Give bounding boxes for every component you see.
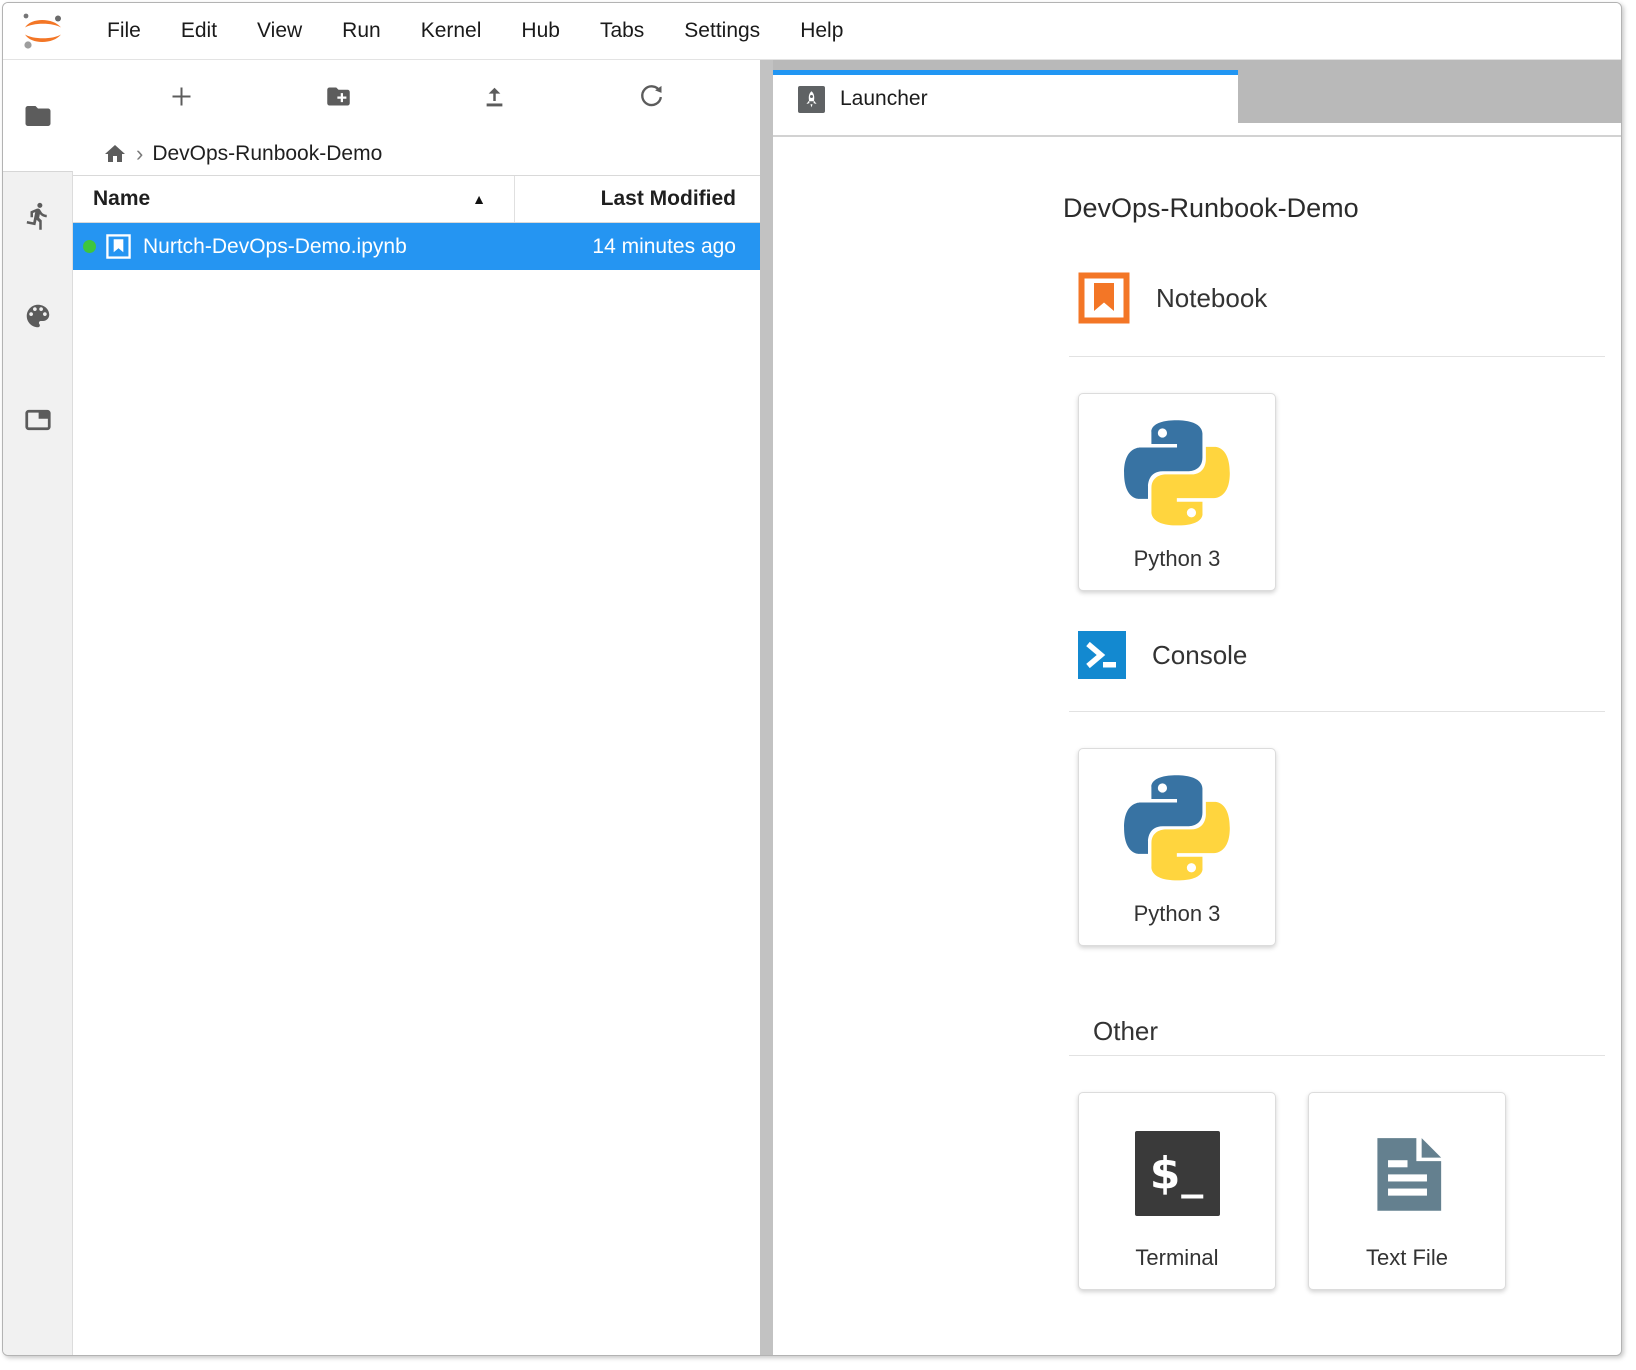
breadcrumb-separator: › (136, 141, 143, 167)
python-icon (1124, 775, 1230, 881)
menu-settings[interactable]: Settings (664, 3, 780, 59)
folder-icon (23, 101, 53, 131)
text-file-icon (1365, 1131, 1450, 1216)
rocket-icon (798, 86, 825, 113)
upload-icon (481, 83, 508, 110)
jupyter-logo-icon (17, 11, 65, 51)
plus-icon (168, 83, 195, 110)
palette-icon (23, 301, 53, 331)
menu-file[interactable]: File (87, 3, 161, 59)
python-icon (1124, 420, 1230, 526)
left-activity-bar (3, 60, 73, 1355)
menu-hub[interactable]: Hub (501, 3, 580, 59)
card-label-text-file: Text File (1366, 1245, 1448, 1271)
launcher-panel: DevOps-Runbook-Demo Notebook (773, 137, 1621, 1355)
card-label-terminal: Terminal (1135, 1245, 1218, 1271)
launcher-cwd-title: DevOps-Runbook-Demo (1063, 193, 1605, 224)
sort-ascending-icon: ▲ (472, 191, 486, 207)
menu-edit[interactable]: Edit (161, 3, 237, 59)
file-list-header: Name ▲ Last Modified (73, 175, 760, 223)
tab-launcher[interactable]: Launcher (773, 70, 1238, 123)
launcher-card-terminal[interactable]: $_ Terminal (1078, 1092, 1276, 1290)
card-label-python3: Python 3 (1134, 546, 1221, 572)
column-header-name[interactable]: Name ▲ (73, 176, 515, 222)
breadcrumb-folder[interactable]: DevOps-Runbook-Demo (152, 142, 382, 166)
upload-button[interactable] (477, 79, 513, 115)
breadcrumb: › DevOps-Runbook-Demo (73, 133, 760, 175)
section-label-other: Other (1093, 1016, 1158, 1047)
launcher-card-text-file[interactable]: Text File (1308, 1092, 1506, 1290)
refresh-button[interactable] (634, 79, 670, 115)
launcher-section-console: Console Python 3 (1063, 631, 1605, 946)
panel-splitter-handle[interactable] (760, 60, 773, 1355)
home-icon[interactable] (103, 142, 127, 166)
file-name: Nurtch-DevOps-Demo.ipynb (143, 235, 407, 259)
file-browser-panel: › DevOps-Runbook-Demo Name ▲ Last Modifi… (73, 60, 760, 1355)
menu-view[interactable]: View (237, 3, 322, 59)
dock-tab-bar: Launcher (773, 60, 1621, 123)
tab-launcher-label: Launcher (840, 87, 928, 111)
file-modified-time: 14 minutes ago (592, 235, 760, 259)
file-row-selected[interactable]: Nurtch-DevOps-Demo.ipynb 14 minutes ago (73, 223, 760, 270)
kernel-running-dot (83, 240, 96, 253)
refresh-icon (638, 83, 665, 110)
jupyterlab-window: File Edit View Run Kernel Hub Tabs Setti… (2, 2, 1622, 1356)
launcher-card-console-python3[interactable]: Python 3 (1078, 748, 1276, 946)
menu-tabs[interactable]: Tabs (580, 3, 664, 59)
sidebar-tab-running-sessions[interactable] (21, 199, 55, 233)
file-browser-toolbar (73, 60, 760, 133)
menu-kernel[interactable]: Kernel (401, 3, 502, 59)
section-label-notebook: Notebook (1156, 283, 1267, 314)
launcher-section-notebook: Notebook Python 3 (1063, 272, 1605, 591)
menu-run[interactable]: Run (322, 3, 401, 59)
sidebar-tab-open-tabs[interactable] (21, 403, 55, 437)
terminal-icon: $_ (1135, 1131, 1220, 1216)
console-icon (1078, 631, 1126, 679)
notebook-icon (1078, 272, 1130, 324)
card-label-python3: Python 3 (1134, 901, 1221, 927)
file-list-empty-area[interactable] (73, 270, 760, 1355)
menu-help[interactable]: Help (780, 3, 863, 59)
notebook-file-icon (105, 233, 132, 260)
tabs-icon (23, 405, 53, 435)
name-column-label: Name (93, 187, 150, 211)
section-label-console: Console (1152, 640, 1247, 671)
new-launcher-button[interactable] (163, 79, 199, 115)
sidebar-tab-file-browser[interactable] (21, 99, 55, 133)
main-dock-area: Launcher DevOps-Runbook-Demo Notebook (773, 60, 1621, 1355)
tab-bar-gap (773, 123, 1621, 135)
launcher-section-other: Other $_ Terminal (1063, 1016, 1605, 1290)
sidebar-tab-commands[interactable] (21, 299, 55, 333)
column-header-modified[interactable]: Last Modified (515, 187, 760, 211)
running-person-icon (23, 201, 53, 231)
menu-bar: File Edit View Run Kernel Hub Tabs Setti… (3, 3, 1621, 60)
new-folder-icon (325, 83, 352, 110)
new-folder-button[interactable] (320, 79, 356, 115)
launcher-card-notebook-python3[interactable]: Python 3 (1078, 393, 1276, 591)
terminal-glyph: $_ (1150, 1148, 1205, 1199)
